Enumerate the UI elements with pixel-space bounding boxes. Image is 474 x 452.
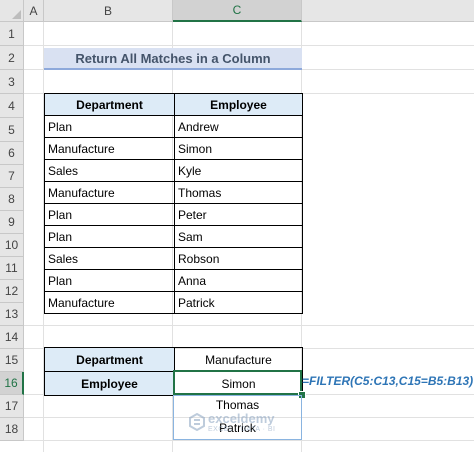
gridline bbox=[24, 325, 474, 326]
department-label[interactable]: Department bbox=[44, 347, 175, 372]
row-header-16[interactable]: 16 bbox=[0, 372, 24, 395]
table-cell[interactable]: Anna bbox=[174, 269, 303, 292]
table-cell[interactable]: Peter bbox=[174, 203, 303, 226]
table-header-employee[interactable]: Employee bbox=[174, 93, 303, 116]
row-header-17[interactable]: 17 bbox=[0, 395, 24, 418]
table-cell[interactable]: Sales bbox=[44, 247, 175, 270]
gridline bbox=[24, 45, 474, 46]
row-header-9[interactable]: 9 bbox=[0, 211, 24, 234]
row-header-7[interactable]: 7 bbox=[0, 165, 24, 188]
row-header-5[interactable]: 5 bbox=[0, 118, 24, 142]
column-header-b[interactable]: B bbox=[44, 0, 173, 22]
row-header-12[interactable]: 12 bbox=[0, 280, 24, 303]
table-cell[interactable]: Plan bbox=[44, 225, 175, 248]
row-header-18[interactable]: 18 bbox=[0, 418, 24, 441]
table-cell[interactable]: Sam bbox=[174, 225, 303, 248]
row-header-4[interactable]: 4 bbox=[0, 94, 24, 118]
table-cell[interactable]: Patrick bbox=[174, 291, 303, 314]
column-header-c[interactable]: C bbox=[173, 0, 302, 22]
select-all-corner[interactable] bbox=[0, 0, 24, 22]
table-header-department[interactable]: Department bbox=[44, 93, 175, 116]
table-cell[interactable]: Andrew bbox=[174, 115, 303, 138]
sheet-title[interactable]: Return All Matches in a Column bbox=[44, 48, 302, 70]
table-cell[interactable]: Plan bbox=[44, 115, 175, 138]
column-header-a[interactable]: A bbox=[24, 0, 44, 22]
row-header-14[interactable]: 14 bbox=[0, 326, 24, 349]
table-cell[interactable]: Robson bbox=[174, 247, 303, 270]
department-criteria-cell[interactable]: Manufacture bbox=[174, 347, 303, 372]
row-header-8[interactable]: 8 bbox=[0, 188, 24, 211]
row-header-11[interactable]: 11 bbox=[0, 257, 24, 280]
table-cell[interactable]: Manufacture bbox=[44, 291, 175, 314]
spreadsheet: A B C 1 2 3 4 5 6 7 8 9 10 11 12 13 14 1… bbox=[0, 0, 474, 452]
table-cell[interactable]: Manufacture bbox=[44, 181, 175, 204]
row-header-13[interactable]: 13 bbox=[0, 303, 24, 326]
spill-cell[interactable]: Patrick bbox=[173, 421, 302, 435]
select-all-triangle-icon bbox=[12, 10, 21, 19]
row-header-3[interactable]: 3 bbox=[0, 70, 24, 94]
active-cell-border bbox=[173, 370, 302, 395]
employee-label[interactable]: Employee bbox=[44, 371, 175, 396]
row-header-6[interactable]: 6 bbox=[0, 142, 24, 165]
row-header-10[interactable]: 10 bbox=[0, 234, 24, 257]
data-table: Department Employee Plan Andrew Manufactu… bbox=[44, 93, 303, 314]
table-cell[interactable]: Plan bbox=[44, 269, 175, 292]
row-header-1[interactable]: 1 bbox=[0, 22, 24, 46]
table-cell[interactable]: Sales bbox=[44, 159, 175, 182]
row-header-2[interactable]: 2 bbox=[0, 46, 24, 70]
table-cell[interactable]: Plan bbox=[44, 203, 175, 226]
table-cell[interactable]: Thomas bbox=[174, 181, 303, 204]
row-header-15[interactable]: 15 bbox=[0, 349, 24, 372]
column-header-d[interactable] bbox=[302, 0, 474, 22]
spill-cell[interactable]: Thomas bbox=[173, 398, 302, 412]
table-cell[interactable]: Kyle bbox=[174, 159, 303, 182]
table-cell[interactable]: Simon bbox=[174, 137, 303, 160]
gridline bbox=[24, 440, 474, 441]
formula-annotation: =FILTER(C5:C13,C15=B5:B13) bbox=[302, 374, 474, 388]
table-cell[interactable]: Manufacture bbox=[44, 137, 175, 160]
